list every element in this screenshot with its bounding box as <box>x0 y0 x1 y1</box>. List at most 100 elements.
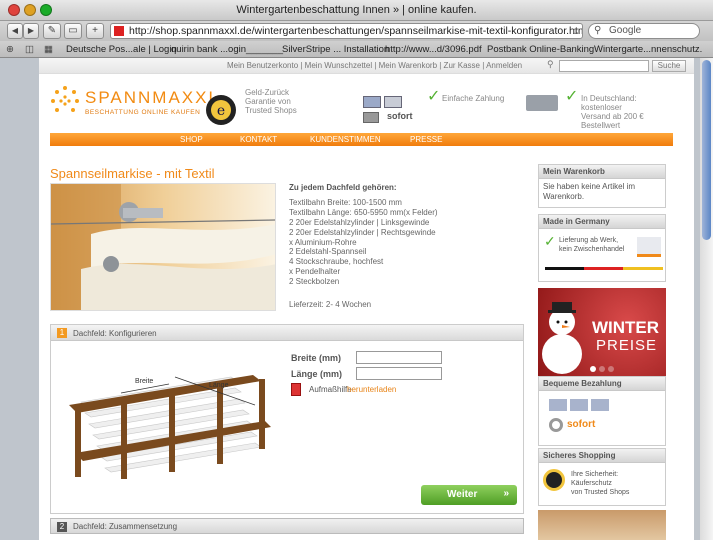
card-icon <box>363 112 379 123</box>
forward-button[interactable]: ▶ <box>23 23 39 39</box>
feature-item: 2 20er Edelstahlzylinder | Linksgewinde <box>289 217 430 227</box>
menu-item-kontakt[interactable]: KONTAKT <box>240 135 277 144</box>
bookmark-item[interactable]: Postbank Online-Banking <box>487 44 594 55</box>
laenge-input[interactable] <box>356 367 442 380</box>
carousel-dot[interactable] <box>599 366 605 372</box>
search-magnifier-icon: ⚲ <box>547 59 554 69</box>
visa-card-icon <box>384 96 402 108</box>
feature-item: 2 Edelstahl-Spannseil <box>289 247 367 257</box>
back-button[interactable]: ◀ <box>7 23 23 39</box>
cart-text: Sie haben keine Artikel im Warenkorb. <box>543 182 636 201</box>
payment-box: Bequeme Bezahlung sofort <box>538 376 666 446</box>
bookmark-item[interactable]: quirin bank ...ogin_______ <box>171 44 283 55</box>
features-heading: Zu jedem Dachfeld gehören: <box>289 183 397 192</box>
next-button-label: Weiter <box>447 489 478 500</box>
delivery-truck-icon <box>526 95 558 111</box>
sidebar-product-photo[interactable] <box>538 510 666 540</box>
sofort-ring-icon <box>549 418 563 432</box>
cart-title[interactable]: Mein Warenkorb <box>539 165 665 179</box>
germany-flag-stripes <box>545 267 663 270</box>
shipping-line: Versand ab 200 € <box>581 112 644 121</box>
factory-icon <box>637 237 661 257</box>
feature-item: Textilbahn Länge: 650-5950 mm(x Felder) <box>289 207 438 217</box>
guarantee-line: Trusted Shops <box>245 106 297 115</box>
payment-cards-icon <box>549 399 609 411</box>
step1-header[interactable]: 1 Dachfeld: Konfigurieren <box>51 325 523 341</box>
browser-toolbar: ◀ ▶ ✎ ▭ + http://shop.spannmaxxl.de/wint… <box>0 21 713 41</box>
bookmarks-icon[interactable]: ▭ <box>64 23 82 39</box>
vertical-scrollbar[interactable] <box>700 58 713 540</box>
menu-item-shop[interactable]: SHOP <box>180 135 203 144</box>
feature-item: Textilbahn Breite: 100-1500 mm <box>289 197 402 207</box>
breite-label: Breite (mm) <box>291 353 342 363</box>
feature-item: x Aluminium-Rohre <box>289 237 357 247</box>
sofort-logo: sofort <box>363 111 423 125</box>
shipping-line: kostenloser <box>581 103 622 112</box>
address-bar[interactable]: http://shop.spannmaxxl.de/wintergartenbe… <box>110 23 583 39</box>
menu-item-presse[interactable]: PRESSE <box>410 135 442 144</box>
trusted-shops-seal-icon[interactable]: e <box>205 94 237 126</box>
carousel-dot[interactable] <box>608 366 614 372</box>
shipping-line: Bestellwert <box>581 121 621 130</box>
step1-label: Dachfeld: Konfigurieren <box>73 329 157 338</box>
winter-sale-banner[interactable]: WINTER PREISE <box>538 288 666 376</box>
shopping-title: Sicheres Shopping <box>539 449 665 463</box>
shipping-line: In Deutschland: <box>581 94 637 103</box>
account-links[interactable]: Mein Benutzerkonto | Mein Wunschzettel |… <box>227 61 522 70</box>
checkmark-icon: ✓ <box>544 233 556 249</box>
window-titlebar: Wintergartenbeschattung Innen » | online… <box>0 0 713 21</box>
step1-number: 1 <box>57 328 67 338</box>
made-in-germany-box: Made in Germany ✓ Lieferung ab Werk, kei… <box>538 214 666 282</box>
trusted-shops-icon[interactable] <box>543 469 565 491</box>
diagram-breite-label: Breite <box>135 378 153 385</box>
diagram-laenge-label: Länge <box>209 382 229 389</box>
winter-line1: WINTER <box>592 318 660 337</box>
made-text-line2: kein Zwischenhandel <box>559 246 625 253</box>
step2-label: Dachfeld: Zusammensetzung <box>73 522 178 531</box>
delivery-time: Lieferzeit: 2- 4 Wochen <box>289 300 372 310</box>
double-chevron-icon: » <box>503 488 509 499</box>
feature-item: 2 Steckbolzen <box>289 277 340 287</box>
pdf-icon <box>291 383 301 396</box>
bookmark-item[interactable]: Wintergarte...nnenschutz. <box>594 44 702 55</box>
bookmark-item[interactable]: SilverStripe ... Installation <box>282 44 389 55</box>
download-link[interactable]: herunterladen <box>347 385 396 394</box>
guarantee-line: Geld-Zurück <box>245 88 290 97</box>
step2-header[interactable]: 2 Dachfeld: Zusammensetzung <box>50 518 524 534</box>
checkmark-icon: ✓ <box>565 88 579 105</box>
shipping-info: In Deutschland: kostenloser Versand ab 2… <box>581 94 644 130</box>
guarantee-info: Geld-Zurück Garantie von Trusted Shops <box>245 88 297 115</box>
shop-search-input[interactable] <box>559 60 649 72</box>
bookmark-item[interactable]: Deutsche Pos...ale | Login <box>66 44 177 55</box>
next-button[interactable]: Weiter » <box>421 485 517 505</box>
site-favicon-icon <box>114 26 124 36</box>
reload-icon[interactable]: c <box>573 24 578 38</box>
add-bookmark-icon[interactable]: + <box>86 23 104 39</box>
made-text-line1: Lieferung ab Werk, <box>559 237 619 244</box>
reading-list-icon[interactable]: ⊕ <box>6 44 14 55</box>
scrollbar-thumb[interactable] <box>702 60 711 240</box>
help-text: Aufmaßhilfe <box>309 385 352 394</box>
book-icon[interactable]: ◫ <box>25 44 34 55</box>
secure-shopping-box: Sicheres Shopping Ihre Sicherheit: Käufe… <box>538 448 666 506</box>
shop-search-button[interactable]: Suche <box>652 60 686 72</box>
bookmark-item[interactable]: http://www...d/3096.pdf <box>385 44 482 55</box>
top-account-nav: Mein Benutzerkonto | Mein Wunschzettel |… <box>39 58 694 74</box>
carousel-dot[interactable] <box>590 366 596 372</box>
configurator-panel: 1 Dachfeld: Konfigurieren Breite Länge B… <box>50 324 524 514</box>
laenge-label: Länge (mm) <box>291 369 343 379</box>
edit-icon[interactable]: ✎ <box>43 23 61 39</box>
payment-title: Bequeme Bezahlung <box>539 377 665 391</box>
menu-item-kundenstimmen[interactable]: KUNDENSTIMMEN <box>310 135 381 144</box>
sofort-text: sofort <box>387 111 413 121</box>
step2-number: 2 <box>57 522 67 532</box>
bookmarks-bar: ⊕ ◫ ▦ Deutsche Pos...ale | Login quirin … <box>0 41 713 58</box>
breite-input[interactable] <box>356 351 442 364</box>
search-icon: ⚲ <box>594 25 602 36</box>
main-menu: SHOP KONTAKT KUNDENSTIMMEN PRESSE <box>50 133 673 146</box>
search-field[interactable]: ⚲ Google <box>588 23 700 39</box>
web-page: Mein Benutzerkonto | Mein Wunschzettel |… <box>39 58 694 540</box>
page-title: Spannseilmarkise - mit Textil <box>50 166 215 181</box>
grid-icon[interactable]: ▦ <box>44 44 53 55</box>
search-placeholder: Google <box>609 25 642 36</box>
